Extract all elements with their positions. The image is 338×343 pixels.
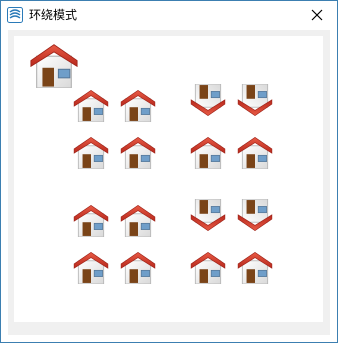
close-icon: [311, 9, 323, 21]
house-icon[interactable]: [189, 246, 227, 284]
house-icon-center[interactable]: [28, 36, 80, 88]
house-icon[interactable]: [72, 131, 110, 169]
house-icon-flipped[interactable]: [189, 199, 227, 237]
house-icon[interactable]: [72, 246, 110, 284]
house-icon[interactable]: [236, 246, 274, 284]
house-icon[interactable]: [189, 131, 227, 169]
app-logo-icon: [7, 7, 23, 23]
house-icon-flipped[interactable]: [189, 84, 227, 122]
house-icon[interactable]: [236, 131, 274, 169]
house-icon-flipped[interactable]: [236, 199, 274, 237]
house-icon[interactable]: [72, 199, 110, 237]
title-bar: 环绕模式: [1, 1, 337, 29]
house-icon[interactable]: [119, 246, 157, 284]
house-icon-flipped[interactable]: [236, 84, 274, 122]
close-button[interactable]: [297, 1, 337, 29]
window-title: 环绕模式: [29, 8, 78, 22]
layout-canvas: [14, 36, 323, 322]
app-window: 环绕模式: [0, 0, 338, 343]
house-icon[interactable]: [119, 131, 157, 169]
house-icon[interactable]: [72, 84, 110, 122]
house-icon[interactable]: [119, 199, 157, 237]
house-icon[interactable]: [119, 84, 157, 122]
